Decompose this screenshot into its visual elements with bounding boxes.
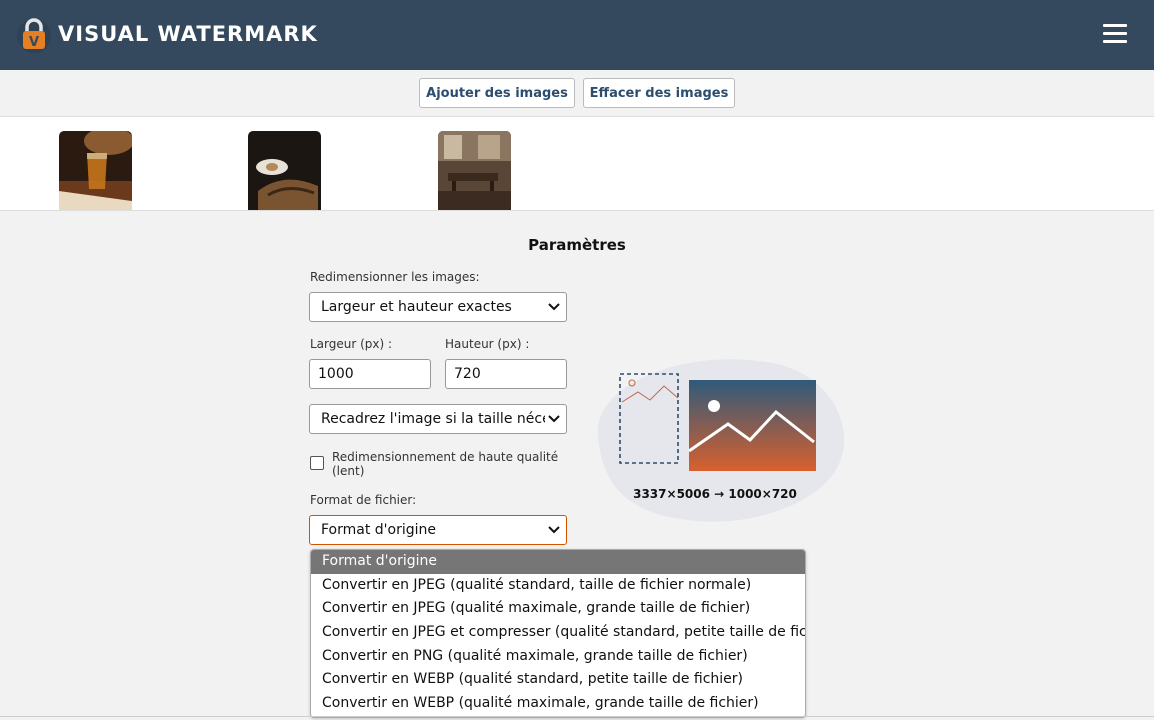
height-label: Hauteur (px) : bbox=[445, 337, 530, 351]
format-value: Format d'origine bbox=[321, 522, 436, 538]
chevron-down-icon bbox=[548, 526, 560, 534]
image-toolbar: Ajouter des images Effacer des images bbox=[0, 70, 1154, 117]
resize-mode-value: Largeur et hauteur exactes bbox=[321, 299, 512, 315]
height-input[interactable]: 720 bbox=[445, 359, 567, 389]
format-label: Format de fichier: bbox=[310, 493, 417, 507]
resize-mode-select[interactable]: Largeur et hauteur exactes bbox=[309, 292, 567, 322]
photo-drink-icon[interactable] bbox=[59, 131, 132, 210]
photo-cafe-interior-icon[interactable] bbox=[438, 131, 511, 210]
chevron-down-icon bbox=[548, 303, 560, 311]
resize-label: Redimensionner les images: bbox=[310, 270, 480, 284]
dimensions-text: 3337×5006 → 1000×720 bbox=[633, 487, 797, 501]
width-label: Largeur (px) : bbox=[310, 337, 393, 351]
svg-text:V: V bbox=[29, 35, 39, 50]
settings-title: Paramètres bbox=[528, 236, 626, 254]
high-quality-checkbox[interactable] bbox=[310, 456, 324, 470]
app-header: V VISUAL WATERMARK bbox=[0, 0, 1154, 70]
hamburger-menu-icon[interactable] bbox=[1103, 24, 1127, 44]
format-option[interactable]: Convertir en PNG (qualité maximale, gran… bbox=[311, 645, 805, 669]
add-images-button[interactable]: Ajouter des images bbox=[419, 78, 575, 108]
format-option[interactable]: Convertir en WEBP (qualité maximale, gra… bbox=[311, 692, 805, 716]
format-option[interactable]: Convertir en JPEG (qualité standard, tai… bbox=[311, 574, 805, 598]
crop-mode-value: Recadrez l'image si la taille nécessaire bbox=[321, 411, 545, 427]
padlock-v-icon: V bbox=[17, 18, 51, 53]
format-option[interactable]: Convertir en WEBP (qualité standard, pet… bbox=[311, 668, 805, 692]
image-gallery bbox=[0, 117, 1154, 211]
high-quality-label: Redimensionnement de haute qualité (lent… bbox=[332, 450, 559, 478]
chevron-down-icon bbox=[548, 415, 560, 423]
format-dropdown-list: Format d'origine Convertir en JPEG (qual… bbox=[310, 549, 806, 718]
divider bbox=[0, 716, 1154, 717]
format-option[interactable]: Convertir en JPEG (qualité maximale, gra… bbox=[311, 597, 805, 621]
format-select[interactable]: Format d'origine bbox=[309, 515, 567, 545]
format-option[interactable]: Convertir en JPEG et compresser (qualité… bbox=[311, 621, 805, 645]
crop-mode-select[interactable]: Recadrez l'image si la taille nécessaire bbox=[309, 404, 567, 434]
width-input[interactable]: 1000 bbox=[309, 359, 431, 389]
format-option[interactable]: Format d'origine bbox=[311, 550, 805, 574]
photo-coffee-cake-icon[interactable] bbox=[248, 131, 321, 210]
clear-images-button[interactable]: Effacer des images bbox=[583, 78, 735, 108]
brand-title: VISUAL WATERMARK bbox=[58, 22, 318, 46]
